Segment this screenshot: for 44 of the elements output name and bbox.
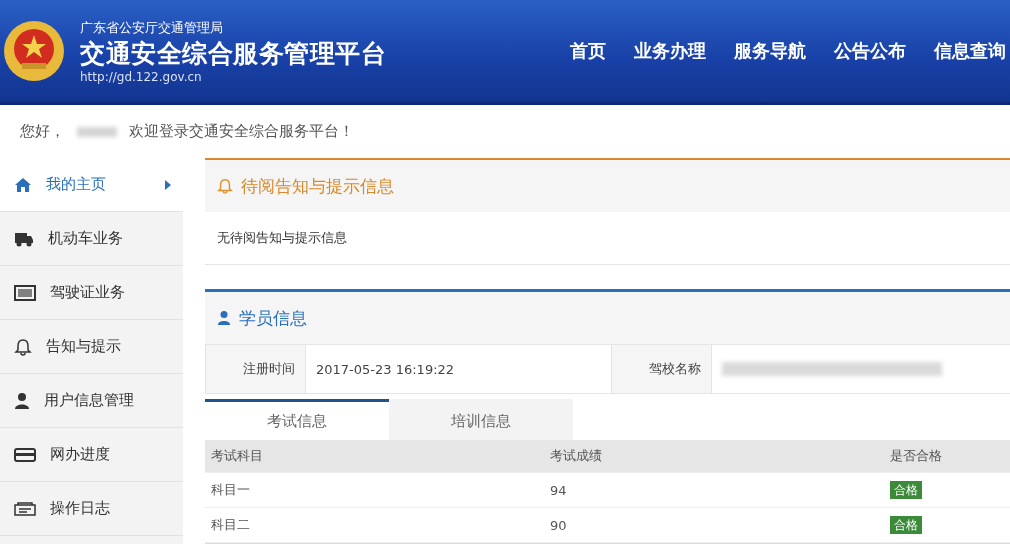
wallet-icon [14,447,36,462]
notice-message: 无待阅告知与提示信息 [217,229,347,247]
log-icon [14,501,36,516]
column-header: 是否合格 [889,447,943,465]
sidebar-item[interactable]: 告知与提示 [0,320,183,374]
sidebar-item[interactable]: 操作日志 [0,482,183,536]
pass-badge: 合格 [890,515,922,534]
column-header: 考试成绩 [549,447,603,465]
emblem-icon [2,19,66,83]
home-icon [14,176,32,193]
user-icon [14,391,30,410]
nav-link[interactable]: 公告公布 [834,39,906,63]
nav-link[interactable]: 首页 [570,39,606,63]
nav-link[interactable]: 信息查询 [934,39,1006,63]
panel-title: 待阅告知与提示信息 [241,174,394,198]
welcome-text: 欢迎登录交通安全综合服务平台！ [129,122,354,141]
field-label: 驾校名称 [612,345,712,393]
bell-icon [217,177,233,195]
sidebar-item[interactable]: 用户信息管理 [0,374,183,428]
truck-icon [14,230,34,247]
card-icon [14,284,36,301]
nav-link[interactable]: 业务办理 [634,39,706,63]
panel-title: 学员信息 [239,306,307,330]
bell-icon [14,337,32,356]
blurred-name-drawing [77,126,117,137]
organization-name: 广东省公安厅交通管理局 [80,18,224,37]
site-url: http://gd.122.gov.cn [80,69,203,84]
tab[interactable]: 培训信息 [389,399,573,440]
sidebar-item[interactable]: 驾驶证业务 [0,266,183,320]
column-header: 考试科目 [210,447,264,465]
nav-link[interactable]: 服务导航 [734,39,806,63]
chevron-icon [164,179,171,190]
sidebar-item[interactable]: 网办进度 [0,428,183,482]
greeting-text: 您好， [20,122,65,141]
sidebar-item[interactable]: 机动车业务 [0,212,183,266]
table-cell-text: 科目一 [210,481,251,499]
sidebar-item[interactable]: 我的主页 [0,158,183,212]
pass-badge: 合格 [890,480,922,499]
site-title: 交通安全综合服务管理平台 [80,37,386,70]
field-label: 注册时间 [206,345,306,393]
user-icon [217,310,231,326]
table-cell-text: 科目二 [210,516,251,534]
table-cell-text: 94 [549,482,568,498]
table-cell-text: 90 [549,517,568,533]
